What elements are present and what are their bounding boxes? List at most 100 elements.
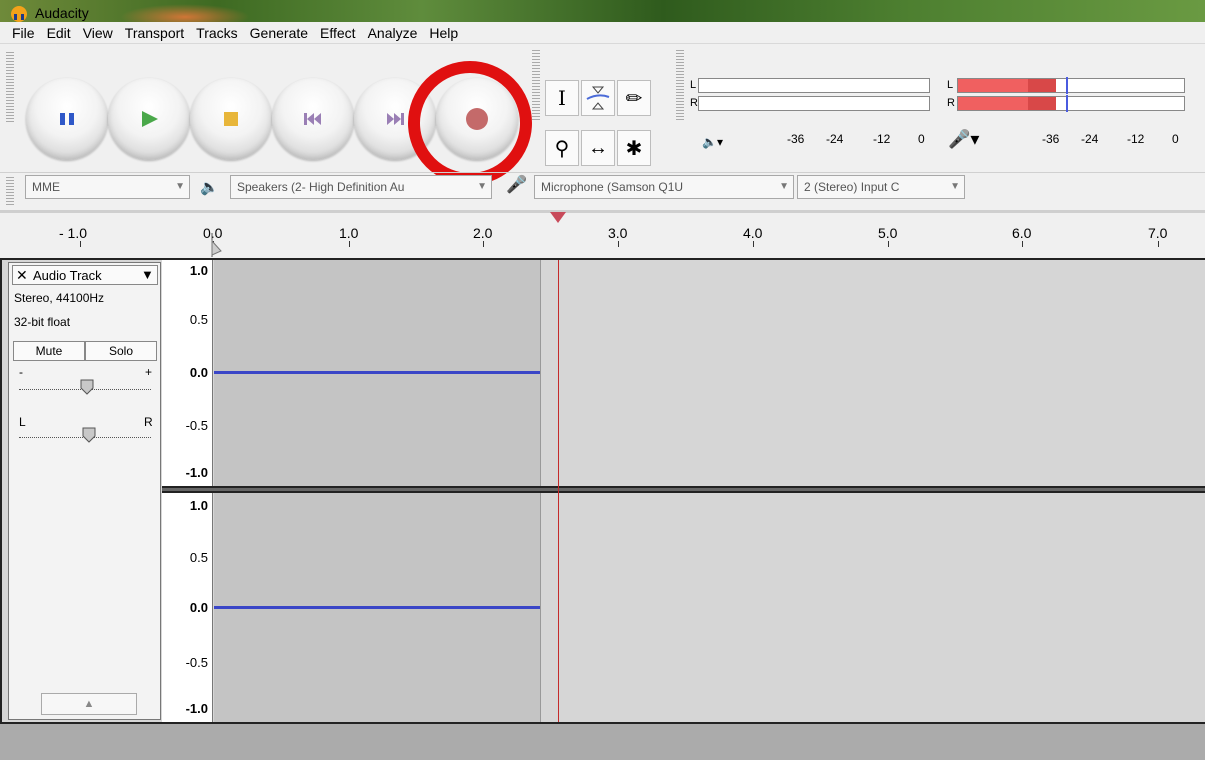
- envelope-tool[interactable]: [581, 80, 615, 116]
- microphone-icon: 🎤: [506, 175, 528, 194]
- timeline-tick: [483, 241, 484, 247]
- ruler-label: -0.5: [185, 655, 208, 670]
- zoom-tool[interactable]: ⚲: [545, 130, 579, 166]
- play-button[interactable]: [108, 78, 190, 160]
- gain-minus-label: -: [19, 365, 23, 379]
- timeline-tick: [349, 241, 350, 247]
- play-meter-grip[interactable]: [676, 50, 684, 122]
- output-device-select[interactable]: Speakers (2- High Definition Au ▼: [230, 175, 492, 199]
- collapse-track-button[interactable]: ▲: [41, 693, 137, 715]
- envelope-icon: [586, 86, 610, 110]
- speaker-icon: 🔈: [200, 179, 219, 196]
- menu-file[interactable]: File: [6, 23, 41, 43]
- play-scale-12: -12: [873, 132, 891, 146]
- ruler-label: 0.0: [189, 600, 208, 615]
- timeline-ruler[interactable]: - 1.0 0.0 1.0 2.0 3.0 4.0 5.0 6.0 7.0: [0, 210, 1205, 258]
- stop-button[interactable]: [190, 78, 272, 160]
- gain-slider-thumb-icon[interactable]: [79, 378, 95, 396]
- track-format-info: Stereo, 44100Hz: [14, 291, 105, 305]
- track-control-panel[interactable]: ✕ Audio Track ▼ Stereo, 44100Hz 32-bit f…: [8, 262, 161, 720]
- right-channel-waveform: [214, 606, 540, 609]
- menu-view[interactable]: View: [77, 23, 119, 43]
- menu-transport[interactable]: Transport: [119, 23, 190, 43]
- ruler-label: 1.0: [189, 263, 208, 278]
- magnifier-icon: ⚲: [554, 137, 570, 160]
- window-title: Audacity: [35, 5, 89, 21]
- chevron-down-icon: ▼: [779, 181, 789, 192]
- input-device-value: Microphone (Samson Q1U: [541, 180, 684, 194]
- status-area: [0, 724, 1205, 760]
- ruler-label: -0.5: [185, 418, 208, 433]
- timeline-label: 1.0: [339, 225, 359, 241]
- device-toolbar-grip[interactable]: [6, 177, 14, 205]
- selection-tool-icon: I: [558, 86, 566, 110]
- menu-help[interactable]: Help: [423, 23, 464, 43]
- audacity-logo-icon: [11, 6, 27, 22]
- input-channels-select[interactable]: 2 (Stereo) Input C ▼: [797, 175, 965, 199]
- pan-right-label: R: [144, 415, 153, 429]
- track-name[interactable]: Audio Track: [33, 268, 102, 283]
- pan-slider-thumb-icon[interactable]: [81, 426, 97, 444]
- gain-plus-label: +: [145, 365, 153, 379]
- play-meter-right-label: R: [690, 97, 698, 109]
- speaker-meter-icon[interactable]: 🔈▾: [702, 135, 723, 149]
- pause-button[interactable]: [26, 78, 108, 160]
- play-scale-0: 0: [918, 132, 925, 146]
- timeline-border: [0, 211, 1205, 213]
- menu-analyze[interactable]: Analyze: [362, 23, 424, 43]
- track-title-bar[interactable]: ✕ Audio Track ▼: [12, 265, 158, 285]
- pause-icon: [60, 113, 74, 125]
- record-scale-36: -36: [1042, 132, 1060, 146]
- menu-tracks[interactable]: Tracks: [190, 23, 243, 43]
- vertical-ruler-left-channel: 1.0 0.5 0.0 -0.5 -1.0: [162, 260, 213, 486]
- menu-edit[interactable]: Edit: [41, 23, 77, 43]
- draw-tool[interactable]: ✏: [617, 80, 651, 116]
- ruler-label: 0.0: [189, 365, 208, 380]
- play-scale-24: -24: [826, 132, 844, 146]
- solo-button[interactable]: Solo: [85, 341, 157, 361]
- selection-start-marker-icon[interactable]: [209, 233, 223, 257]
- menu-bar: File Edit View Transport Tracks Generate…: [0, 22, 1205, 44]
- play-meter-right-bar: [698, 96, 930, 111]
- stop-icon: [224, 112, 238, 126]
- ruler-label: -1.0: [185, 701, 208, 716]
- transport-toolbar-grip[interactable]: [6, 52, 14, 124]
- record-meter-left-maxline: [1066, 77, 1068, 94]
- toolbar-area: I ✏ ⚲ ↔ ✱ L R 🔈▾ -36 -24 -12 0 L R 🎤▾ -3…: [0, 44, 1205, 210]
- menu-generate[interactable]: Generate: [244, 23, 314, 43]
- left-channel-waveform: [214, 371, 540, 374]
- menu-effect[interactable]: Effect: [314, 23, 362, 43]
- input-device-select[interactable]: Microphone (Samson Q1U ▼: [534, 175, 794, 199]
- record-scale-12: -12: [1127, 132, 1145, 146]
- timeline-tick: [80, 241, 81, 247]
- host-select[interactable]: MME ▼: [25, 175, 190, 199]
- play-position-marker-icon[interactable]: [549, 211, 567, 225]
- microphone-meter-icon[interactable]: 🎤▾: [948, 129, 979, 150]
- skip-to-start-button[interactable]: [272, 78, 354, 160]
- record-meter-right-peak: [1028, 97, 1056, 110]
- multi-tool[interactable]: ✱: [617, 130, 651, 166]
- tools-toolbar-grip[interactable]: [532, 50, 540, 120]
- play-scale-36: -36: [787, 132, 805, 146]
- right-channel-empty[interactable]: [540, 493, 1205, 722]
- timeline-tick: [753, 241, 754, 247]
- record-meter-left-label: L: [947, 79, 954, 91]
- time-shift-tool[interactable]: ↔: [581, 130, 615, 166]
- timeline-label: 6.0: [1012, 225, 1032, 241]
- input-channels-value: 2 (Stereo) Input C: [804, 180, 900, 194]
- asterisk-icon: ✱: [625, 137, 643, 160]
- left-channel-empty[interactable]: [540, 260, 1205, 486]
- record-scale-0: 0: [1172, 132, 1179, 146]
- ruler-label: 0.5: [189, 312, 208, 327]
- record-scale-24: -24: [1081, 132, 1099, 146]
- mute-button[interactable]: Mute: [13, 341, 85, 361]
- skip-to-start-icon: [304, 113, 321, 125]
- selection-tool[interactable]: I: [545, 80, 579, 116]
- track-menu-arrow-icon[interactable]: ▼: [141, 267, 154, 282]
- close-icon[interactable]: ✕: [16, 267, 28, 284]
- timeline-label: - 1.0: [59, 225, 88, 241]
- skip-to-end-icon: [387, 113, 404, 125]
- play-meter-left-label: L: [690, 79, 697, 91]
- record-meter-left-bar: [957, 77, 1185, 94]
- timeline-label: 5.0: [878, 225, 898, 241]
